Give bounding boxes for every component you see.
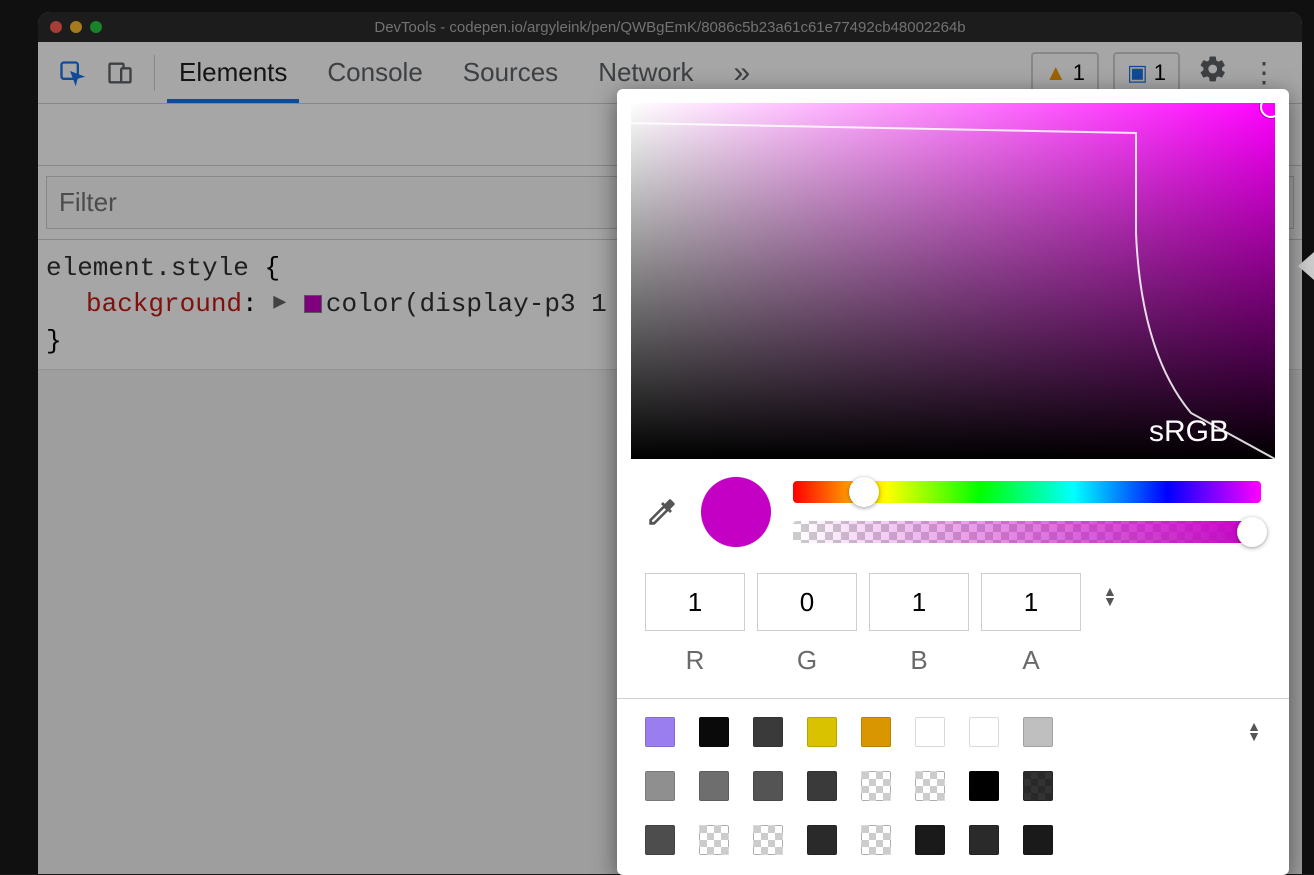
palette-swatch[interactable]: [969, 825, 999, 855]
expand-shorthand-icon[interactable]: ▸: [273, 284, 286, 320]
palette-swatch[interactable]: [699, 717, 729, 747]
hue-slider-thumb[interactable]: [849, 477, 879, 507]
channel-label-b: B: [910, 645, 927, 676]
css-property: background: [86, 289, 242, 319]
channel-inputs: R G B A ▲▼: [645, 573, 1261, 676]
warning-icon: ▲: [1045, 60, 1067, 86]
palette-separator: [617, 698, 1289, 699]
palette-swatch[interactable]: [915, 825, 945, 855]
palette-swatch[interactable]: [969, 717, 999, 747]
palette-selector-toggle[interactable]: ▲▼: [1247, 722, 1261, 742]
alpha-slider[interactable]: [793, 521, 1261, 543]
toolbar-divider: [154, 55, 155, 91]
issues-badge[interactable]: ▣ 1: [1113, 52, 1180, 94]
current-color-swatch: [701, 477, 771, 547]
device-toolbar-icon[interactable]: [106, 59, 134, 87]
palette-row-1: ▲▼: [645, 717, 1261, 747]
close-window[interactable]: [50, 21, 62, 33]
palette-swatch[interactable]: [1023, 717, 1053, 747]
palette-swatch[interactable]: [861, 825, 891, 855]
channel-input-r[interactable]: [645, 573, 745, 631]
palette-swatch[interactable]: [753, 771, 783, 801]
hue-slider[interactable]: [793, 481, 1261, 503]
channel-label-r: R: [686, 645, 705, 676]
palette-row-2: [645, 771, 1261, 801]
palette-swatch[interactable]: [699, 771, 729, 801]
open-brace: {: [264, 253, 280, 283]
srgb-gamut-boundary: [631, 103, 1275, 459]
palette-swatch[interactable]: [915, 717, 945, 747]
palette-swatch[interactable]: [645, 717, 675, 747]
warnings-count: 1: [1073, 60, 1085, 86]
alpha-slider-thumb[interactable]: [1237, 517, 1267, 547]
zoom-window[interactable]: [90, 21, 102, 33]
palette-swatch[interactable]: [807, 717, 837, 747]
palette-swatch[interactable]: [969, 771, 999, 801]
warnings-badge[interactable]: ▲ 1: [1031, 52, 1099, 94]
palette-swatch[interactable]: [861, 717, 891, 747]
palette-swatch[interactable]: [645, 825, 675, 855]
tab-elements[interactable]: Elements: [179, 43, 287, 102]
tab-console[interactable]: Console: [327, 43, 422, 102]
tab-sources[interactable]: Sources: [463, 43, 558, 102]
palette-swatch[interactable]: [807, 771, 837, 801]
gamut-label: sRGB: [1149, 415, 1229, 449]
color-format-toggle[interactable]: ▲▼: [1103, 587, 1117, 607]
titlebar: DevTools - codepen.io/argyleink/pen/QWBg…: [38, 12, 1302, 42]
minimize-window[interactable]: [70, 21, 82, 33]
issues-count: 1: [1154, 60, 1166, 86]
palette-swatch[interactable]: [807, 825, 837, 855]
palette-swatch[interactable]: [699, 825, 729, 855]
color-picker: sRGB R G: [617, 89, 1289, 875]
more-tabs-icon[interactable]: »: [734, 56, 751, 90]
channel-input-g[interactable]: [757, 573, 857, 631]
info-icon: ▣: [1127, 60, 1148, 86]
palette-swatch[interactable]: [753, 717, 783, 747]
traffic-lights: [50, 21, 102, 33]
palette-swatch[interactable]: [915, 771, 945, 801]
palette-swatch[interactable]: [861, 771, 891, 801]
more-options-icon[interactable]: ⋮: [1246, 52, 1282, 93]
inspect-element-icon[interactable]: [58, 59, 86, 87]
channel-label-a: A: [1022, 645, 1039, 676]
channel-input-b[interactable]: [869, 573, 969, 631]
color-swatch[interactable]: [304, 295, 322, 313]
channel-input-a[interactable]: [981, 573, 1081, 631]
palette-swatch[interactable]: [1023, 771, 1053, 801]
color-spectrum[interactable]: sRGB: [631, 103, 1275, 459]
palette-row-3: [645, 825, 1261, 855]
rule-selector[interactable]: element.style: [46, 253, 249, 283]
eyedropper-icon[interactable]: [645, 495, 679, 529]
css-value: color(display-p3 1 0: [326, 289, 638, 319]
palette-swatch[interactable]: [1023, 825, 1053, 855]
palette-swatch[interactable]: [645, 771, 675, 801]
channel-label-g: G: [797, 645, 817, 676]
window-title: DevTools - codepen.io/argyleink/pen/QWBg…: [38, 19, 1302, 36]
palette-swatch[interactable]: [753, 825, 783, 855]
